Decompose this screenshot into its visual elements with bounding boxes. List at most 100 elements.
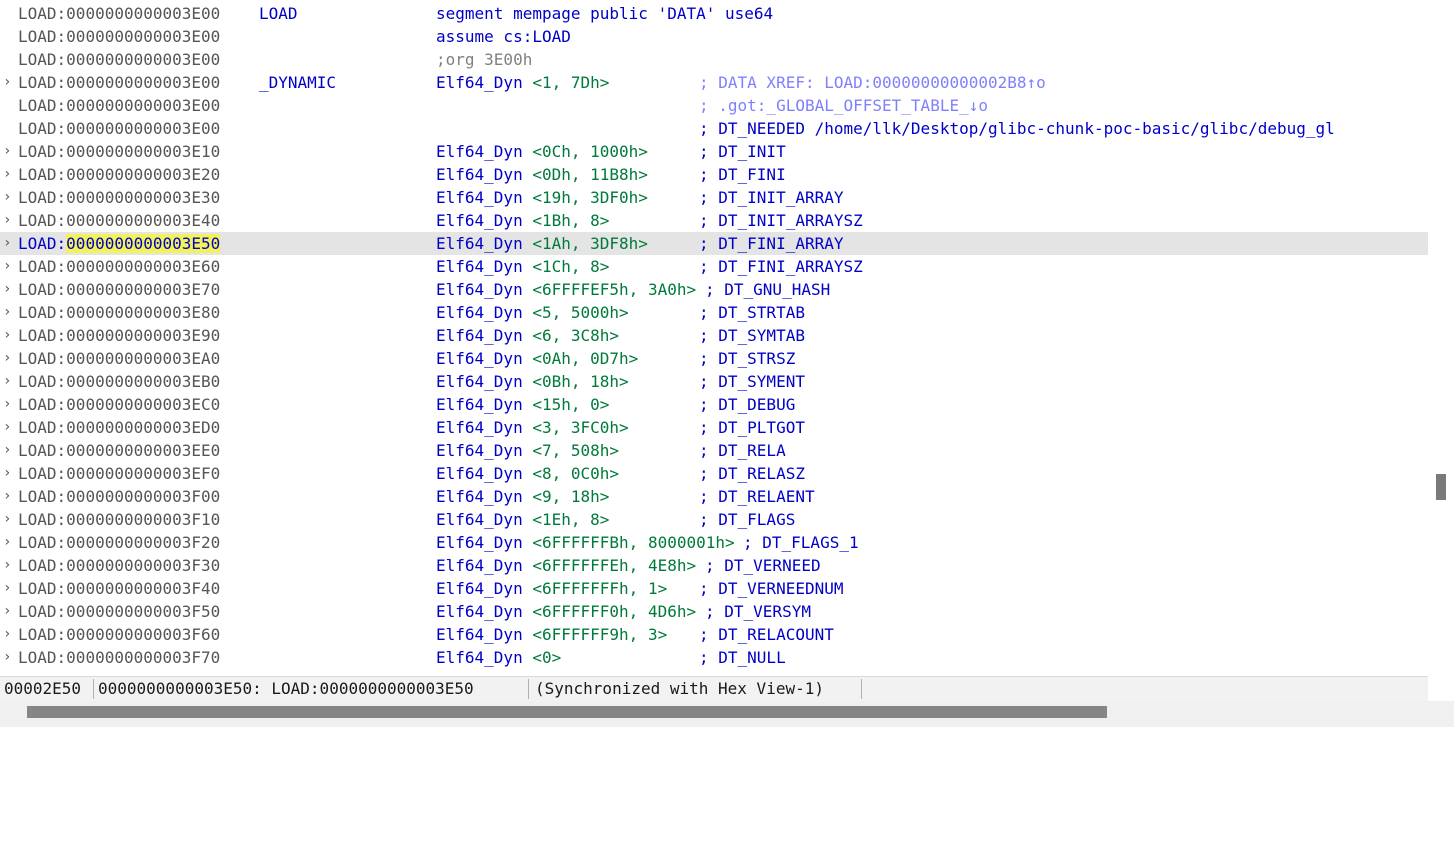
- address-value[interactable]: 0000000000003E00: [66, 27, 220, 46]
- horizontal-scroll-thumb[interactable]: [27, 706, 1107, 718]
- instruction[interactable]: Elf64_Dyn <15h, 0>: [436, 393, 609, 416]
- listing-row[interactable]: › LOAD:0000000000003EE0 Elf64_Dyn <7, 508h…: [0, 439, 1428, 462]
- address-value[interactable]: 0000000000003E10: [66, 142, 220, 161]
- address-value[interactable]: 0000000000003EA0: [66, 349, 220, 368]
- row-address[interactable]: LOAD:0000000000003E10: [18, 140, 220, 163]
- row-address[interactable]: LOAD:0000000000003E60: [18, 255, 220, 278]
- address-value[interactable]: 0000000000003F50: [66, 602, 220, 621]
- address-value[interactable]: 0000000000003ED0: [66, 418, 220, 437]
- listing-row[interactable]: › LOAD:0000000000003EF0 Elf64_Dyn <8, 0C0h…: [0, 462, 1428, 485]
- chevron-right-icon[interactable]: ›: [3, 393, 15, 416]
- listing-row[interactable]: › LOAD:0000000000003F10 Elf64_Dyn <1Eh, 8>…: [0, 508, 1428, 531]
- instruction[interactable]: Elf64_Dyn <0Ch, 1000h>: [436, 140, 648, 163]
- address-value[interactable]: 0000000000003E00: [66, 96, 220, 115]
- listing-row[interactable]: › LOAD:0000000000003E50 Elf64_Dyn <1Ah, 3D…: [0, 232, 1428, 255]
- chevron-right-icon[interactable]: ›: [3, 600, 15, 623]
- row-address[interactable]: LOAD:0000000000003F50: [18, 600, 220, 623]
- listing-row[interactable]: › LOAD:0000000000003F30 Elf64_Dyn <6FFFFFF…: [0, 554, 1428, 577]
- listing-row[interactable]: › LOAD:0000000000003ED0 Elf64_Dyn <3, 3FC0…: [0, 416, 1428, 439]
- listing-row[interactable]: › LOAD:0000000000003E80 Elf64_Dyn <5, 5000…: [0, 301, 1428, 324]
- instruction[interactable]: segment mempage public 'DATA' use64: [436, 2, 773, 25]
- listing-row[interactable]: › LOAD:0000000000003EA0 Elf64_Dyn <0Ah, 0D…: [0, 347, 1428, 370]
- chevron-right-icon[interactable]: ›: [3, 623, 15, 646]
- row-address[interactable]: LOAD:0000000000003F20: [18, 531, 220, 554]
- listing-row[interactable]: › LOAD:0000000000003E20 Elf64_Dyn <0Dh, 11…: [0, 163, 1428, 186]
- address-value[interactable]: 0000000000003E60: [66, 257, 220, 276]
- instruction[interactable]: Elf64_Dyn <0Ah, 0D7h>: [436, 347, 638, 370]
- listing-row[interactable]: › LOAD:0000000000003E40 Elf64_Dyn <1Bh, 8>…: [0, 209, 1428, 232]
- row-address[interactable]: LOAD:0000000000003F40: [18, 577, 220, 600]
- listing-row[interactable]: › LOAD:0000000000003E70 Elf64_Dyn <6FFFFEF…: [0, 278, 1428, 301]
- listing-row[interactable]: › LOAD:0000000000003E10 Elf64_Dyn <0Ch, 10…: [0, 140, 1428, 163]
- listing-row[interactable]: LOAD:0000000000003E00 assume cs:LOAD: [0, 25, 1428, 48]
- chevron-right-icon[interactable]: ›: [3, 301, 15, 324]
- address-value[interactable]: 0000000000003E20: [66, 165, 220, 184]
- listing-row[interactable]: › LOAD:0000000000003E30 Elf64_Dyn <19h, 3D…: [0, 186, 1428, 209]
- listing-row[interactable]: LOAD:0000000000003E00 ;org 3E00h: [0, 48, 1428, 71]
- instruction[interactable]: Elf64_Dyn <6FFFFFFBh, 8000001h>: [436, 531, 735, 554]
- address-value[interactable]: 0000000000003F20: [66, 533, 220, 552]
- listing-row[interactable]: LOAD:0000000000003E00 ; .got:_GLOBAL_OFFS…: [0, 94, 1428, 117]
- instruction[interactable]: Elf64_Dyn <1Eh, 8>: [436, 508, 609, 531]
- instruction[interactable]: Elf64_Dyn <8, 0C0h>: [436, 462, 619, 485]
- row-address[interactable]: LOAD:0000000000003F60: [18, 623, 220, 646]
- row-address[interactable]: LOAD:0000000000003F30: [18, 554, 220, 577]
- instruction[interactable]: Elf64_Dyn <3, 3FC0h>: [436, 416, 629, 439]
- row-address[interactable]: LOAD:0000000000003F10: [18, 508, 220, 531]
- row-address[interactable]: LOAD:0000000000003E70: [18, 278, 220, 301]
- chevron-right-icon[interactable]: ›: [3, 508, 15, 531]
- chevron-right-icon[interactable]: ›: [3, 71, 15, 94]
- instruction[interactable]: Elf64_Dyn <1, 7Dh>: [436, 71, 609, 94]
- listing-row[interactable]: › LOAD:0000000000003F00 Elf64_Dyn <9, 18h>…: [0, 485, 1428, 508]
- row-address[interactable]: LOAD:0000000000003E90: [18, 324, 220, 347]
- instruction[interactable]: Elf64_Dyn <1Ah, 3DF8h>: [436, 232, 648, 255]
- address-value[interactable]: 0000000000003F10: [66, 510, 220, 529]
- listing-row[interactable]: › LOAD:0000000000003EB0 Elf64_Dyn <0Bh, 18…: [0, 370, 1428, 393]
- row-address[interactable]: LOAD:0000000000003E00: [18, 117, 220, 140]
- row-address[interactable]: LOAD:0000000000003E40: [18, 209, 220, 232]
- listing-row[interactable]: › LOAD:0000000000003F70 Elf64_Dyn <0> ; DT_…: [0, 646, 1428, 669]
- chevron-right-icon[interactable]: ›: [3, 554, 15, 577]
- listing-row[interactable]: › LOAD:0000000000003F40 Elf64_Dyn <6FFFFFF…: [0, 577, 1428, 600]
- instruction[interactable]: Elf64_Dyn <0>: [436, 646, 561, 669]
- chevron-right-icon[interactable]: ›: [3, 439, 15, 462]
- instruction[interactable]: Elf64_Dyn <5, 5000h>: [436, 301, 629, 324]
- row-address[interactable]: LOAD:0000000000003E00: [18, 25, 220, 48]
- chevron-right-icon[interactable]: ›: [3, 324, 15, 347]
- instruction[interactable]: Elf64_Dyn <0Dh, 11B8h>: [436, 163, 648, 186]
- instruction[interactable]: Elf64_Dyn <9, 18h>: [436, 485, 609, 508]
- chevron-right-icon[interactable]: ›: [3, 209, 15, 232]
- instruction[interactable]: Elf64_Dyn <6, 3C8h>: [436, 324, 619, 347]
- chevron-right-icon[interactable]: ›: [3, 577, 15, 600]
- xref-comment[interactable]: ; .got:_GLOBAL_OFFSET_TABLE_↓o: [699, 94, 988, 117]
- chevron-right-icon[interactable]: ›: [3, 347, 15, 370]
- address-value[interactable]: 0000000000003E00: [66, 73, 220, 92]
- row-address[interactable]: LOAD:0000000000003E30: [18, 186, 220, 209]
- instruction[interactable]: Elf64_Dyn <1Ch, 8>: [436, 255, 609, 278]
- instruction[interactable]: Elf64_Dyn <0Bh, 18h>: [436, 370, 629, 393]
- row-address[interactable]: LOAD:0000000000003E00: [18, 2, 220, 25]
- row-address[interactable]: LOAD:0000000000003E00: [18, 71, 220, 94]
- instruction[interactable]: assume cs:LOAD: [436, 25, 571, 48]
- address-value[interactable]: 0000000000003F70: [66, 648, 220, 667]
- instruction[interactable]: Elf64_Dyn <6FFFFFFEh, 4E8h>: [436, 554, 696, 577]
- row-address[interactable]: LOAD:0000000000003ED0: [18, 416, 220, 439]
- instruction[interactable]: Elf64_Dyn <1Bh, 8>: [436, 209, 609, 232]
- chevron-right-icon[interactable]: ›: [3, 232, 15, 255]
- address-value[interactable]: 0000000000003E00: [66, 119, 220, 138]
- address-value[interactable]: 0000000000003F00: [66, 487, 220, 506]
- address-value[interactable]: 0000000000003F40: [66, 579, 220, 598]
- row-address[interactable]: LOAD:0000000000003E00: [18, 48, 220, 71]
- symbol-name[interactable]: _DYNAMIC: [259, 71, 336, 94]
- address-value[interactable]: 0000000000003E40: [66, 211, 220, 230]
- instruction[interactable]: Elf64_Dyn <7, 508h>: [436, 439, 619, 462]
- row-address[interactable]: LOAD:0000000000003E80: [18, 301, 220, 324]
- instruction[interactable]: Elf64_Dyn <6FFFFFF9h, 3>: [436, 623, 667, 646]
- listing-row[interactable]: › LOAD:0000000000003F50 Elf64_Dyn <6FFFFFF…: [0, 600, 1428, 623]
- row-address[interactable]: LOAD:0000000000003EF0: [18, 462, 220, 485]
- listing-row[interactable]: › LOAD:0000000000003E60 Elf64_Dyn <1Ch, 8>…: [0, 255, 1428, 278]
- listing-row[interactable]: › LOAD:0000000000003EC0 Elf64_Dyn <15h, 0>…: [0, 393, 1428, 416]
- row-address[interactable]: LOAD:0000000000003E20: [18, 163, 220, 186]
- row-address[interactable]: LOAD:0000000000003E00: [18, 94, 220, 117]
- address-value[interactable]: 0000000000003EF0: [66, 464, 220, 483]
